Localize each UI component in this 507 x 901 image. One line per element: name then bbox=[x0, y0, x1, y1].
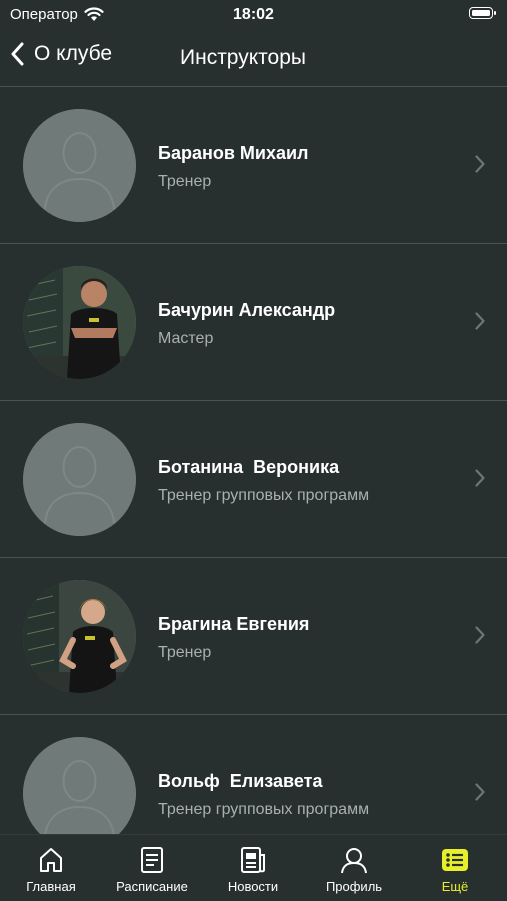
tab-profile[interactable]: Профиль bbox=[304, 845, 404, 894]
tab-label: Главная bbox=[26, 879, 76, 894]
instructor-role: Тренер групповых программ bbox=[158, 487, 370, 504]
navigation-bar: О клубе Инструкторы bbox=[0, 30, 507, 86]
battery-icon bbox=[469, 7, 496, 19]
tab-label: Ещё bbox=[441, 879, 469, 894]
instructor-photo bbox=[23, 580, 136, 693]
instructor-role: Тренер bbox=[158, 644, 212, 661]
chevron-right-icon bbox=[475, 783, 485, 801]
profile-icon bbox=[341, 848, 367, 874]
avatar-placeholder bbox=[23, 109, 136, 222]
news-icon bbox=[241, 847, 265, 873]
tab-news[interactable]: Новости bbox=[203, 845, 303, 894]
chevron-right-icon bbox=[475, 469, 485, 487]
tab-label: Профиль bbox=[325, 879, 383, 894]
instructor-role: Тренер bbox=[158, 173, 212, 190]
tab-more[interactable]: Ещё bbox=[405, 845, 505, 894]
more-icon bbox=[442, 849, 468, 871]
instructor-list: Баранов Михаил Тренер Бачурин Александр bbox=[0, 87, 507, 872]
instructor-role: Мастер bbox=[158, 330, 214, 347]
avatar-photo bbox=[23, 580, 136, 693]
person-silhouette-icon bbox=[23, 109, 136, 222]
chevron-right-icon bbox=[475, 626, 485, 644]
instructor-name: Баранов Михаил bbox=[158, 143, 309, 163]
tab-schedule[interactable]: Расписание bbox=[102, 845, 202, 894]
instructor-row[interactable]: Ботанина Вероника Тренер групповых прогр… bbox=[0, 401, 507, 558]
instructor-photo bbox=[23, 266, 136, 379]
chevron-left-icon bbox=[11, 42, 24, 66]
home-icon bbox=[40, 848, 62, 872]
chevron-right-icon bbox=[475, 312, 485, 330]
instructor-role: Тренер групповых программ bbox=[158, 801, 370, 818]
instructor-name: Вольф Елизавета bbox=[158, 771, 323, 791]
person-silhouette-icon bbox=[23, 423, 136, 536]
back-label: О клубе bbox=[34, 42, 113, 65]
instructor-row[interactable]: Баранов Михаил Тренер bbox=[0, 87, 507, 244]
tab-home[interactable]: Главная bbox=[1, 845, 101, 894]
tab-label: Новости bbox=[227, 879, 279, 894]
instructor-name: Бачурин Александр bbox=[158, 300, 336, 320]
instructor-row[interactable]: Брагина Евгения Тренер bbox=[0, 558, 507, 715]
status-time: 18:02 bbox=[233, 6, 274, 23]
instructor-name: Брагина Евгения bbox=[158, 614, 310, 634]
chevron-right-icon bbox=[475, 155, 485, 173]
status-bar: Оператор 18:02 bbox=[0, 0, 507, 30]
schedule-icon bbox=[141, 847, 163, 873]
instructor-name: Ботанина Вероника bbox=[158, 457, 340, 477]
instructor-row[interactable]: Бачурин Александр Мастер bbox=[0, 244, 507, 401]
tab-bar: Главная Расписание Новости Профиль Ещё bbox=[0, 834, 507, 901]
avatar-photo bbox=[23, 266, 136, 379]
avatar-placeholder bbox=[23, 423, 136, 536]
page-title: Инструкторы bbox=[180, 46, 307, 69]
tab-label: Расписание bbox=[116, 879, 188, 894]
back-button[interactable]: О клубе bbox=[10, 42, 112, 66]
